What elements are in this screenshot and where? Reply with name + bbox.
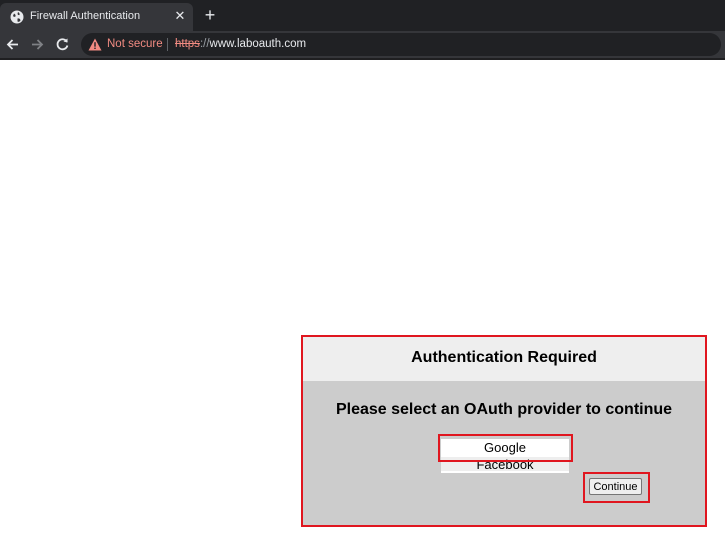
omnibox-divider <box>167 38 168 51</box>
browser-toolbar: Not secure https://www.laboauth.com <box>0 31 725 58</box>
address-bar[interactable]: Not secure https://www.laboauth.com <box>81 33 721 56</box>
auth-header: Authentication Required <box>303 337 705 381</box>
forward-arrow-icon[interactable] <box>29 36 46 53</box>
security-status[interactable]: Not secure <box>107 38 163 50</box>
new-tab-button[interactable]: + <box>201 6 219 24</box>
tab-firewall-authentication[interactable]: Firewall Authentication ✕ <box>0 3 193 31</box>
url-scheme: https <box>175 38 200 50</box>
back-arrow-icon[interactable] <box>4 36 21 53</box>
auth-panel: Authentication Required Please select an… <box>301 335 707 527</box>
globe-icon <box>10 10 24 24</box>
google-option-highlight <box>438 434 573 462</box>
continue-button[interactable]: Continue <box>589 478 642 495</box>
tab-strip: Firewall Authentication ✕ + <box>0 0 725 31</box>
auth-prompt: Please select an OAuth provider to conti… <box>335 401 673 418</box>
url-host: www.laboauth.com <box>209 38 307 50</box>
url-separator: :// <box>199 38 210 50</box>
warning-icon[interactable] <box>88 38 102 51</box>
tab-title: Firewall Authentication <box>30 10 141 22</box>
auth-title: Authentication Required <box>411 349 597 366</box>
url-text[interactable]: https://www.laboauth.com <box>175 38 306 50</box>
toolbar-divider <box>0 58 725 60</box>
close-icon[interactable]: ✕ <box>172 8 188 24</box>
continue-button-highlight: Continue <box>583 472 650 503</box>
reload-icon[interactable] <box>54 36 71 53</box>
